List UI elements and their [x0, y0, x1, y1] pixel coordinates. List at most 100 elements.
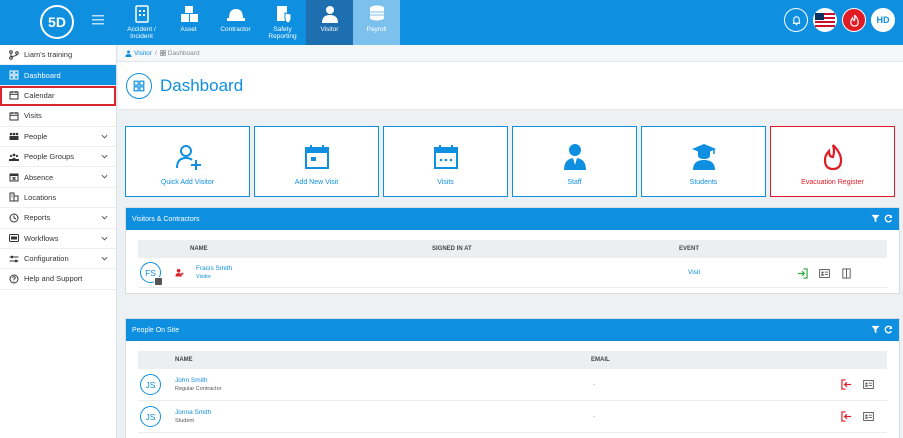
table-header: NAME SIGNED IN AT EVENT: [138, 240, 887, 258]
hard-hat-icon: [226, 9, 245, 21]
chevron-down-icon: [101, 154, 108, 159]
app-logo[interactable]: 5D: [40, 5, 74, 39]
sign-out-icon[interactable]: [841, 379, 852, 390]
sign-out-icon[interactable]: [841, 411, 852, 422]
refresh-icon[interactable]: [884, 214, 893, 223]
sidebar-item-liams-training[interactable]: Liam's training: [0, 45, 116, 66]
sidebar-item-workflows[interactable]: Workflows: [0, 229, 116, 249]
student-icon: [691, 144, 716, 170]
main-content: Visitor / Dashboard Dashboard Quick Add …: [118, 45, 903, 438]
filter-icon[interactable]: [871, 214, 880, 223]
people-icon: [9, 132, 19, 141]
person-name-link[interactable]: Fracis Smith: [196, 265, 441, 272]
sidebar-item-configuration[interactable]: Configuration: [0, 249, 116, 270]
evacuation-alert-button[interactable]: [842, 8, 866, 32]
row-actions: [841, 411, 874, 422]
page-header: Dashboard: [118, 62, 903, 110]
students-card[interactable]: Students: [641, 126, 766, 197]
hamburger-menu-icon[interactable]: [92, 15, 104, 27]
module-accident-incident[interactable]: Accident / Incident: [118, 0, 165, 45]
visitors-table: NAME SIGNED IN AT EVENT FS Fracis Smith …: [138, 240, 887, 288]
email-cell: -: [593, 381, 596, 388]
staff-card[interactable]: Staff: [512, 126, 637, 197]
id-card-icon[interactable]: [863, 379, 874, 390]
people-on-site-panel: People On Site NAME EMAIL JS John Smith …: [125, 318, 900, 438]
badge-icon: [154, 277, 163, 286]
person-name-link[interactable]: Jonna Smith: [175, 409, 593, 416]
groups-icon: [9, 153, 19, 161]
chevron-down-icon: [101, 236, 108, 241]
visits-card[interactable]: Visits: [383, 126, 508, 197]
sidebar-item-reports[interactable]: Reports: [0, 208, 116, 229]
language-button[interactable]: [813, 8, 837, 32]
dashboard-icon: [9, 70, 19, 80]
quick-action-cards: Quick Add Visitor Add New Visit Visits S…: [125, 126, 895, 197]
avatar: FS: [140, 262, 163, 286]
sidebar-item-absence[interactable]: Absence: [0, 167, 116, 188]
table-row[interactable]: JS John Smith Regular Contractor -: [138, 369, 887, 401]
person-type: Student: [175, 418, 194, 424]
panel-header: People On Site: [126, 319, 899, 341]
help-icon: [9, 274, 19, 284]
staff-icon: [563, 144, 586, 170]
calendar-icon: [9, 111, 19, 121]
fire-icon: [823, 144, 842, 171]
user-avatar[interactable]: HD: [871, 8, 895, 32]
building-icon: [9, 192, 19, 202]
fire-icon: [849, 14, 859, 27]
table-row[interactable]: JS Jonna Smith Student -: [138, 401, 887, 433]
module-safety-reporting[interactable]: Safety Reporting: [259, 0, 306, 45]
table-row[interactable]: FS Fracis Smith Visitor Visit: [138, 258, 887, 288]
chevron-down-icon: [101, 256, 108, 261]
breadcrumb: Visitor / Dashboard: [118, 45, 903, 62]
breadcrumb-current: Dashboard: [167, 49, 200, 57]
person-type: Regular Contractor: [175, 386, 222, 392]
sidebar-item-locations[interactable]: Locations: [0, 188, 116, 209]
calendar-icon: [9, 91, 19, 100]
page-title: Dashboard: [160, 75, 244, 95]
door-icon[interactable]: [841, 268, 852, 279]
config-icon: [9, 255, 19, 262]
breadcrumb-visitor-link[interactable]: Visitor: [134, 50, 152, 57]
module-visitor[interactable]: Visitor: [306, 0, 353, 45]
evacuation-register-card[interactable]: Evacuation Register: [770, 126, 895, 197]
module-payroll[interactable]: Payroll: [353, 0, 400, 45]
calendar-icon: [304, 145, 329, 169]
id-card-icon[interactable]: [863, 411, 874, 422]
person-icon: [321, 6, 338, 23]
avatar: JS: [140, 374, 161, 395]
module-bar: Accident / Incident Asset Contractor Saf…: [118, 0, 400, 45]
add-new-visit-card[interactable]: Add New Visit: [254, 126, 379, 197]
top-bar: 5D Accident / Incident Asset Contractor …: [0, 0, 903, 45]
sidebar-item-help-and-support[interactable]: Help and Support: [0, 269, 116, 290]
sidebar-item-people[interactable]: People: [0, 127, 116, 147]
filter-icon[interactable]: [871, 325, 880, 334]
logo-area: 5D: [0, 0, 117, 45]
sidebar-item-people-groups[interactable]: People Groups: [0, 147, 116, 168]
sidebar-item-visits[interactable]: Visits: [0, 106, 116, 127]
id-card-icon[interactable]: [819, 268, 830, 279]
avatar: JS: [140, 406, 161, 427]
name-cell: Jonna Smith Student: [175, 409, 593, 424]
sidebar-item-calendar[interactable]: Calendar: [0, 85, 116, 107]
visitors-contractors-panel: Visitors & Contractors NAME SIGNED IN AT…: [125, 207, 900, 294]
clock-icon: [9, 213, 19, 223]
event-link[interactable]: Visit: [688, 269, 700, 276]
sidebar-item-dashboard[interactable]: Dashboard: [0, 65, 116, 86]
clipboard-shield-icon: [276, 6, 291, 24]
quick-add-visitor-card[interactable]: Quick Add Visitor: [125, 126, 250, 197]
module-contractor[interactable]: Contractor: [212, 0, 259, 45]
chevron-down-icon: [101, 175, 108, 179]
person-name-link[interactable]: John Smith: [175, 377, 593, 384]
refresh-icon[interactable]: [884, 325, 893, 334]
add-person-icon: [175, 145, 201, 170]
module-asset[interactable]: Asset: [165, 0, 212, 45]
person-icon: [125, 50, 132, 57]
calendar-icon: [433, 145, 458, 169]
row-actions: [841, 379, 874, 390]
panel-tools: [871, 214, 893, 223]
sign-in-icon[interactable]: [797, 268, 808, 279]
panel-tools: [871, 325, 893, 334]
notifications-button[interactable]: [784, 8, 808, 32]
workflow-icon: [9, 234, 19, 243]
